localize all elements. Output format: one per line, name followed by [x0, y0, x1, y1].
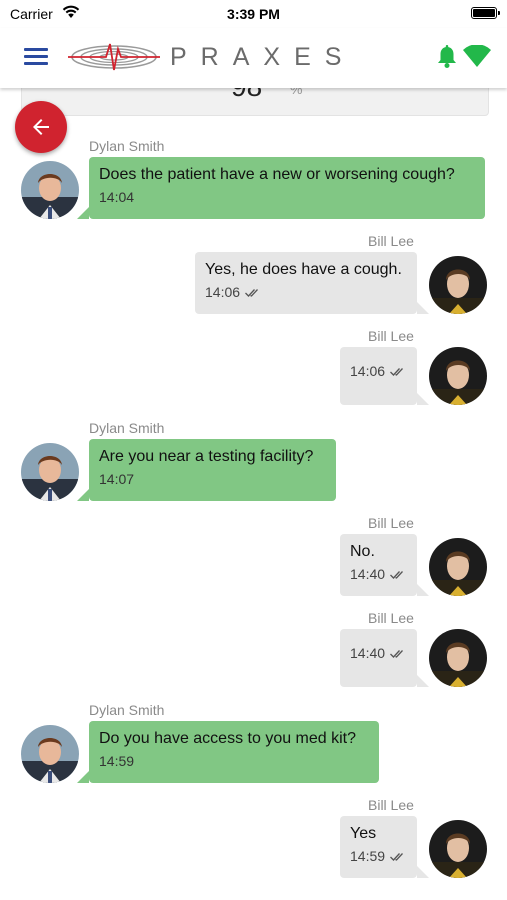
avatar-dylan	[21, 161, 79, 219]
message-time: 14:04	[99, 189, 135, 205]
message-time: 14:07	[99, 471, 135, 487]
sender-name: Bill Lee	[368, 610, 414, 626]
double-check-icon	[245, 285, 261, 301]
clock: 3:39 PM	[227, 6, 280, 22]
message-time: 14:40	[350, 645, 386, 661]
status-bar: Carrier 3:39 PM	[0, 0, 507, 28]
message-time: 14:40	[350, 566, 386, 582]
message-bubble[interactable]: Are you near a testing facility? 14:07	[77, 439, 336, 501]
battery-icon	[471, 7, 500, 19]
avatar-bill	[429, 256, 487, 314]
menu-icon[interactable]	[24, 48, 48, 66]
message-text: No.	[350, 543, 375, 560]
message-time: 14:06	[350, 363, 386, 379]
message-text: Yes	[350, 825, 377, 842]
message-time: 14:59	[99, 753, 135, 769]
avatar-bill	[429, 820, 487, 878]
double-check-icon	[390, 364, 406, 380]
message-bubble[interactable]: Yes, he does have a cough. 14:06	[195, 252, 429, 314]
arrow-left-icon	[33, 119, 49, 135]
back-button[interactable]	[15, 101, 67, 153]
message-text: Do you have access to you med kit?	[99, 730, 357, 747]
avatar-dylan	[21, 725, 79, 783]
app-header: PRAXES	[0, 28, 507, 88]
message-bubble[interactable]: No. 14:40	[340, 534, 429, 596]
message-bubble[interactable]: 14:06	[340, 347, 429, 405]
message-text: Does the patient have a new or worsening…	[99, 166, 455, 183]
sender-name: Dylan Smith	[89, 420, 165, 436]
sender-name: Dylan Smith	[89, 138, 165, 154]
message-time: 14:59	[350, 848, 386, 864]
message-bubble[interactable]: Does the patient have a new or worsening…	[77, 157, 485, 219]
sender-name: Dylan Smith	[89, 702, 165, 718]
avatar-bill	[429, 347, 487, 405]
avatar-bill	[429, 629, 487, 687]
avatar-dylan	[21, 443, 79, 501]
signal-icon	[462, 44, 492, 74]
double-check-icon	[390, 567, 406, 583]
sender-name: Bill Lee	[368, 328, 414, 344]
message-time: 14:06	[205, 284, 241, 300]
bell-icon[interactable]	[436, 45, 458, 74]
message-bubble[interactable]: 14:40	[340, 629, 429, 687]
sender-name: Bill Lee	[368, 515, 414, 531]
double-check-icon	[390, 849, 406, 865]
praxes-logo-mark	[68, 38, 160, 81]
sender-name: Bill Lee	[368, 233, 414, 249]
sender-name: Bill Lee	[368, 797, 414, 813]
message-bubble[interactable]: Do you have access to you med kit? 14:59	[77, 721, 379, 783]
message-text: Yes, he does have a cough.	[205, 261, 402, 278]
double-check-icon	[390, 646, 406, 662]
brand-name: PRAXES	[170, 43, 356, 71]
message-bubble[interactable]: Yes 14:59	[340, 816, 429, 878]
avatar-bill	[429, 538, 487, 596]
message-text: Are you near a testing facility?	[99, 448, 314, 465]
